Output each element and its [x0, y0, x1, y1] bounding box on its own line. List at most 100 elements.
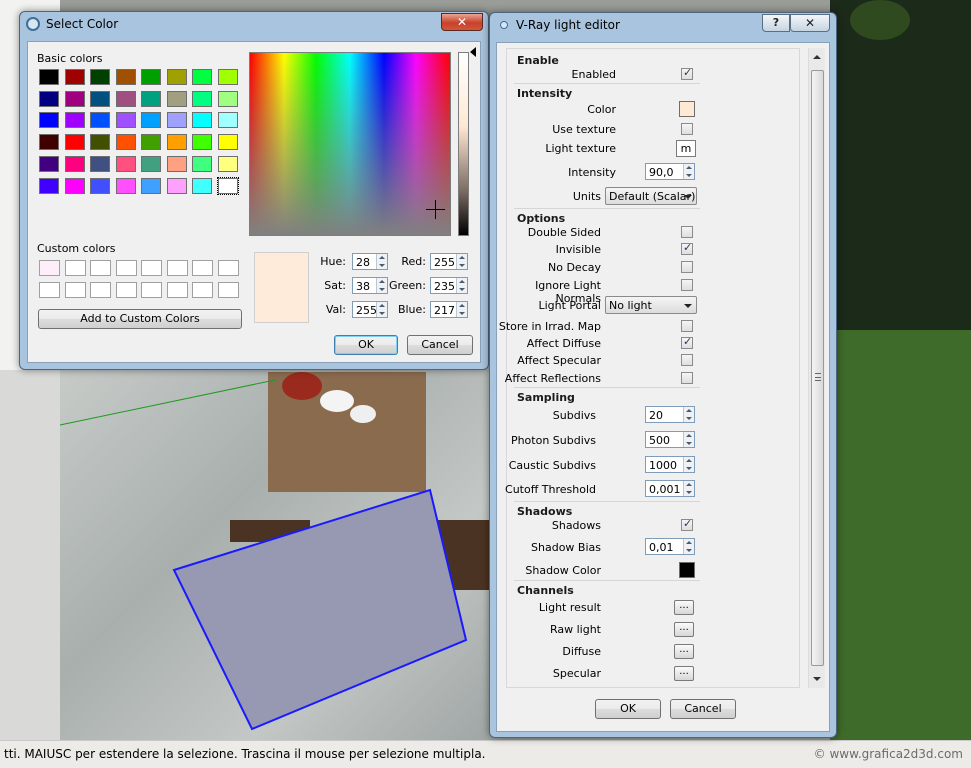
diffuse-channel-button[interactable]: ... [674, 644, 694, 659]
basic-color-swatch[interactable] [115, 90, 136, 107]
basic-color-swatch[interactable] [192, 90, 212, 107]
invisible-checkbox[interactable] [681, 241, 693, 255]
basic-color-swatch[interactable] [217, 90, 238, 107]
basic-color-swatch[interactable] [115, 112, 136, 129]
basic-color-swatch[interactable] [64, 112, 85, 129]
basic-color-swatch[interactable] [64, 90, 85, 107]
vray-cancel-button[interactable]: Cancel [670, 699, 736, 719]
basic-color-swatch[interactable] [90, 90, 110, 107]
ignore-light-normals-checkbox[interactable] [681, 279, 693, 291]
basic-color-swatch[interactable] [39, 177, 59, 194]
cancel-button[interactable]: Cancel [407, 335, 473, 355]
basic-color-swatch[interactable] [90, 177, 110, 194]
custom-color-swatch[interactable] [217, 282, 239, 298]
custom-color-swatch[interactable] [217, 260, 239, 276]
custom-color-swatch[interactable] [141, 260, 162, 276]
vray-ok-button[interactable]: OK [595, 699, 661, 719]
photon-subdivs-field[interactable]: 500 [645, 431, 695, 448]
scroll-up-icon[interactable] [813, 55, 821, 59]
help-icon[interactable]: ? [762, 14, 790, 32]
basic-color-swatch[interactable] [166, 177, 187, 194]
spin-arrows-icon[interactable] [456, 254, 467, 269]
ok-button[interactable]: OK [334, 335, 398, 355]
green-field[interactable]: 235 [430, 277, 468, 294]
custom-color-swatch[interactable] [64, 260, 86, 276]
scroll-down-icon[interactable] [813, 677, 821, 681]
basic-color-swatch[interactable] [166, 155, 187, 172]
basic-color-swatch[interactable] [141, 69, 161, 85]
basic-color-swatch[interactable] [115, 177, 136, 194]
spin-arrows-icon[interactable] [683, 164, 694, 179]
basic-color-swatch[interactable] [39, 112, 59, 129]
basic-color-swatch[interactable] [141, 90, 161, 107]
basic-color-swatch[interactable] [217, 69, 238, 85]
custom-color-swatch[interactable] [192, 260, 213, 276]
cutoff-threshold-field[interactable]: 0,001 [645, 480, 695, 497]
light-portal-dropdown[interactable]: No light [605, 296, 697, 314]
basic-color-swatch[interactable] [39, 134, 59, 151]
crosshair-icon[interactable] [426, 200, 445, 219]
light-result-button[interactable]: ... [674, 600, 694, 615]
basic-color-swatch[interactable] [39, 155, 59, 172]
basic-color-swatch[interactable] [192, 134, 212, 151]
spin-arrows-icon[interactable] [456, 278, 467, 293]
shadow-bias-field[interactable]: 0,01 [645, 538, 695, 555]
shadows-checkbox[interactable] [681, 517, 693, 531]
custom-color-swatch[interactable] [39, 260, 60, 276]
light-color-swatch[interactable] [679, 101, 695, 117]
basic-color-swatch[interactable] [90, 112, 110, 129]
vray-scrollbar[interactable] [808, 48, 825, 688]
val-field[interactable]: 255 [352, 301, 388, 318]
basic-color-swatch[interactable] [216, 176, 239, 195]
basic-color-swatch[interactable] [39, 90, 59, 107]
spin-arrows-icon[interactable] [683, 481, 694, 496]
select-color-titlebar[interactable]: Select Color ✕ [20, 12, 488, 36]
basic-color-swatch[interactable] [192, 112, 212, 129]
affect-specular-checkbox[interactable] [681, 354, 693, 366]
sat-field[interactable]: 38 [352, 277, 388, 294]
basic-color-swatch[interactable] [141, 134, 161, 151]
basic-color-swatch[interactable] [141, 112, 161, 129]
enabled-checkbox[interactable] [681, 66, 693, 80]
custom-color-swatch[interactable] [64, 282, 86, 298]
custom-color-swatch[interactable] [90, 282, 111, 298]
add-to-custom-colors-button[interactable]: Add to Custom Colors [38, 309, 242, 329]
spin-arrows-icon[interactable] [683, 432, 694, 447]
basic-color-swatch[interactable] [166, 90, 187, 107]
spin-arrows-icon[interactable] [683, 539, 694, 554]
custom-color-swatch[interactable] [90, 260, 111, 276]
shadow-color-swatch[interactable] [679, 562, 695, 578]
affect-diffuse-checkbox[interactable] [681, 335, 693, 349]
basic-color-swatch[interactable] [115, 69, 136, 85]
intensity-field[interactable]: 90,0 [645, 163, 695, 180]
specular-channel-button[interactable]: ... [674, 666, 694, 681]
basic-color-swatch[interactable] [115, 155, 136, 172]
basic-color-swatch[interactable] [141, 155, 161, 172]
basic-color-swatch[interactable] [166, 134, 187, 151]
basic-color-swatch[interactable] [115, 134, 136, 151]
custom-color-swatch[interactable] [192, 282, 213, 298]
custom-color-swatch[interactable] [141, 282, 162, 298]
basic-color-swatch[interactable] [192, 69, 212, 85]
basic-color-swatch[interactable] [166, 69, 187, 85]
close-icon[interactable]: ✕ [790, 14, 830, 32]
color-spectrum[interactable] [249, 52, 451, 236]
custom-color-swatch[interactable] [115, 282, 137, 298]
basic-color-swatch[interactable] [64, 134, 85, 151]
basic-color-swatch[interactable] [217, 112, 238, 129]
basic-color-swatch[interactable] [90, 155, 110, 172]
basic-color-swatch[interactable] [217, 155, 238, 172]
basic-color-swatch[interactable] [64, 69, 85, 85]
subdivs-field[interactable]: 20 [645, 406, 695, 423]
no-decay-checkbox[interactable] [681, 261, 693, 273]
custom-color-swatch[interactable] [166, 282, 188, 298]
hue-field[interactable]: 28 [352, 253, 388, 270]
raw-light-button[interactable]: ... [674, 622, 694, 637]
basic-color-swatch[interactable] [64, 177, 85, 194]
basic-color-swatch[interactable] [64, 155, 85, 172]
store-irrad-checkbox[interactable] [681, 320, 693, 332]
basic-color-swatch[interactable] [141, 177, 161, 194]
red-field[interactable]: 255 [430, 253, 468, 270]
basic-color-swatch[interactable] [39, 69, 59, 85]
units-dropdown[interactable]: Default (Scalar) [605, 187, 697, 205]
